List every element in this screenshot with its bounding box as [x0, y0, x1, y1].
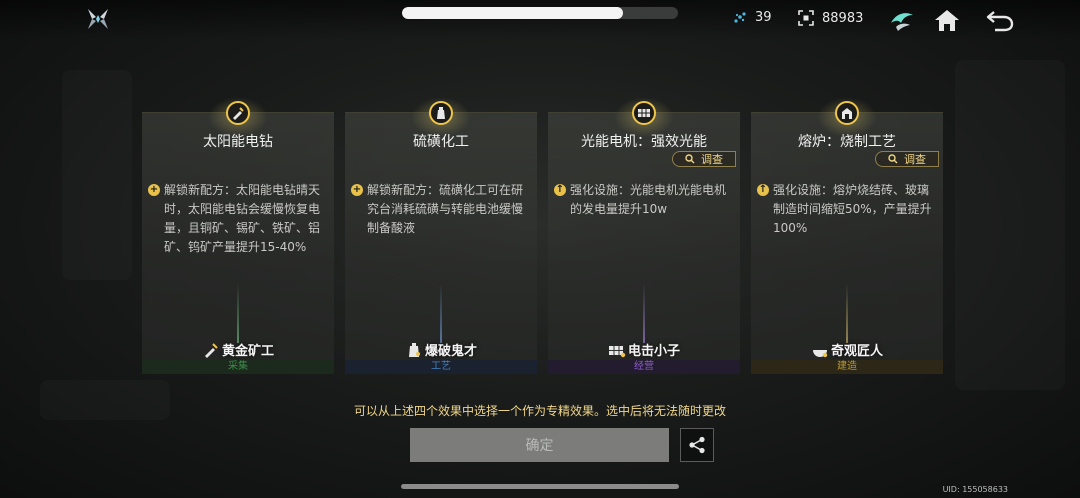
category-label: 建造	[751, 360, 943, 374]
card-badge: 奇观匠人	[751, 340, 943, 359]
bottle-badge-icon	[405, 341, 423, 359]
unlock-bullet-icon: +	[351, 184, 363, 196]
card-title: 熔炉：烧制工艺	[798, 134, 896, 150]
badge-label: 黄金矿工	[221, 344, 274, 359]
description-text: 强化设施：熔炉烧结砖、玻璃制造时间缩短50%，产量提升100%	[773, 183, 932, 235]
loading-progress-bar	[402, 7, 678, 19]
description-text: 解锁新配方：硫磺化工可在研究台消耗硫磺与转能电池缓慢制备酸液	[367, 183, 524, 235]
uid-label: UID: 155058633	[942, 485, 1008, 494]
coin-frame-icon	[798, 10, 814, 26]
confirm-button[interactable]: 确定	[410, 428, 669, 462]
specialization-card[interactable]: 熔炉：烧制工艺 调查 ↑ 强化设施：熔炉烧结砖、玻璃制造时间缩短50%，产量提升…	[751, 97, 943, 374]
furnace-icon	[835, 101, 859, 125]
selection-hint: 可以从上述四个效果中选择一个作为专精效果。选中后将无法随时更改	[353, 404, 726, 418]
search-icon	[685, 154, 695, 164]
description-text: 强化设施：光能电机光能电机的发电量提升10w	[570, 183, 727, 216]
light-streak	[237, 283, 239, 343]
unlock-bullet-icon: +	[148, 184, 160, 196]
light-streak	[440, 283, 442, 343]
background-shape	[62, 70, 132, 280]
card-description: ↑ 强化设施：光能电机光能电机的发电量提升10w	[554, 181, 734, 219]
description-text: 解锁新配方：太阳能电钻晴天时，太阳能电钻会缓慢恢复电量，且铜矿、锡矿、铁矿、铝矿…	[164, 183, 321, 254]
card-description: + 解锁新配方：硫磺化工可在研究台消耗硫磺与转能电池缓慢制备酸液	[351, 181, 531, 238]
background-shape	[955, 60, 1065, 390]
x-logo-icon[interactable]	[86, 7, 110, 31]
investigate-button[interactable]: 调查	[875, 151, 939, 167]
card-badge: 黄金矿工	[142, 340, 334, 359]
category-label: 采集	[142, 360, 334, 374]
category-label: 工艺	[345, 360, 537, 374]
energy-counter: 39	[733, 10, 772, 25]
specialization-card[interactable]: 光能电机：强效光能 调查 ↑ 强化设施：光能电机光能电机的发电量提升10w 电击…	[548, 97, 740, 374]
investigate-label: 调查	[701, 153, 723, 166]
investigate-label: 调查	[904, 153, 926, 166]
home-icon[interactable]	[933, 7, 961, 33]
progress-fill	[402, 7, 623, 19]
share-button[interactable]	[680, 428, 714, 462]
upgrade-bullet-icon: ↑	[554, 184, 566, 196]
badge-label: 爆破鬼才	[424, 344, 477, 359]
card-title: 光能电机：强效光能	[581, 134, 707, 150]
category-label: 经营	[548, 360, 740, 374]
search-icon	[888, 154, 898, 164]
card-description: ↑ 强化设施：熔炉烧结砖、玻璃制造时间缩短50%，产量提升100%	[757, 181, 937, 238]
specialization-card[interactable]: 太阳能电钻 + 解锁新配方：太阳能电钻晴天时，太阳能电钻会缓慢恢复电量，且铜矿、…	[142, 97, 334, 374]
bird-emblem-icon[interactable]	[888, 7, 916, 33]
share-icon	[689, 436, 705, 454]
card-title: 硫磺化工	[413, 134, 469, 150]
chemical-bottle-icon	[429, 101, 453, 125]
investigate-button[interactable]: 调查	[672, 151, 736, 167]
drill-badge-icon	[202, 341, 220, 359]
light-streak	[643, 283, 645, 343]
coin-counter: 88983	[798, 10, 863, 26]
drill-icon	[226, 101, 250, 125]
top-bar: 39 88983	[0, 0, 1080, 40]
energy-value: 39	[755, 10, 772, 25]
coin-value: 88983	[822, 10, 864, 26]
card-description: + 解锁新配方：太阳能电钻晴天时，太阳能电钻会缓慢恢复电量，且铜矿、锡矿、铁矿、…	[148, 181, 328, 257]
upgrade-bullet-icon: ↑	[757, 184, 769, 196]
light-streak	[846, 283, 848, 343]
back-arrow-icon[interactable]	[985, 7, 1014, 33]
solar-panel-icon	[632, 101, 656, 125]
card-badge: 电击小子	[548, 340, 740, 359]
card-badge: 爆破鬼才	[345, 340, 537, 359]
badge-label: 奇观匠人	[830, 344, 883, 359]
card-title: 太阳能电钻	[203, 134, 273, 150]
energy-cluster-icon	[733, 11, 747, 25]
bowl-badge-icon	[811, 341, 829, 359]
badge-label: 电击小子	[627, 344, 680, 359]
specialization-card[interactable]: 硫磺化工 + 解锁新配方：硫磺化工可在研究台消耗硫磺与转能电池缓慢制备酸液 爆破…	[345, 97, 537, 374]
solar-badge-icon	[608, 341, 626, 359]
home-indicator[interactable]	[401, 484, 679, 489]
